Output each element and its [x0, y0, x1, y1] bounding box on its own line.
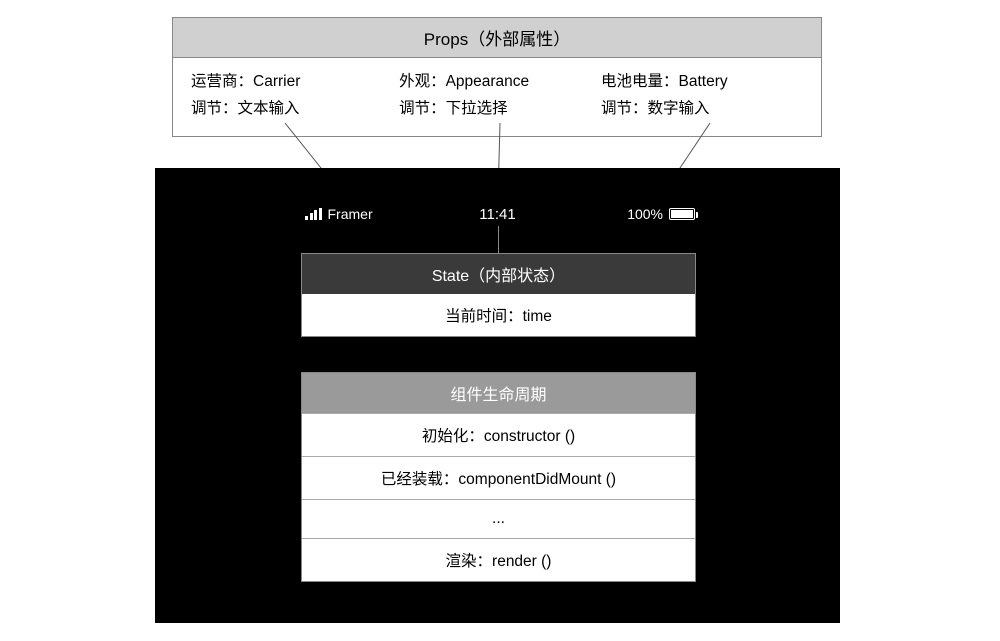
- props-appearance-label: 外观：Appearance: [399, 68, 601, 95]
- status-bar-time: 11:41: [479, 206, 515, 223]
- lifecycle-row-constructor: 初始化：constructor (): [302, 413, 695, 456]
- signal-icon: [305, 208, 322, 220]
- props-col-appearance: 外观：Appearance 调节：下拉选择: [399, 68, 601, 122]
- lifecycle-header: 组件生命周期: [302, 373, 695, 413]
- props-col-battery: 电池电量：Battery 调节：数字输入: [601, 68, 803, 122]
- battery-icon: [669, 208, 695, 220]
- props-battery-label: 电池电量：Battery: [601, 68, 803, 95]
- props-panel: Props（外部属性） 运营商：Carrier 调节：文本输入 外观：Appea…: [172, 17, 822, 137]
- props-body: 运营商：Carrier 调节：文本输入 外观：Appearance 调节：下拉选…: [173, 58, 821, 136]
- state-header: State（内部状态）: [302, 254, 695, 294]
- lifecycle-row-mount: 已经装载：componentDidMount (): [302, 456, 695, 499]
- props-header: Props（外部属性）: [173, 18, 821, 58]
- time-to-state-line: [498, 226, 499, 253]
- status-bar-left: Framer: [305, 206, 373, 222]
- state-body: 当前时间：time: [302, 294, 695, 336]
- props-col-carrier: 运营商：Carrier 调节：文本输入: [191, 68, 399, 122]
- status-bar-right: 100%: [627, 206, 695, 222]
- props-carrier-label: 运营商：Carrier: [191, 68, 399, 95]
- state-panel: State（内部状态） 当前时间：time: [301, 253, 696, 337]
- lifecycle-row-render: 渲染：render (): [302, 538, 695, 581]
- carrier-label: Framer: [328, 206, 373, 222]
- status-bar: Framer 11:41 100%: [155, 200, 840, 228]
- props-appearance-control: 调节：下拉选择: [399, 95, 601, 122]
- battery-percent: 100%: [627, 206, 663, 222]
- props-carrier-control: 调节：文本输入: [191, 95, 399, 122]
- lifecycle-panel: 组件生命周期 初始化：constructor () 已经装载：component…: [301, 372, 696, 582]
- props-battery-control: 调节：数字输入: [601, 95, 803, 122]
- lifecycle-row-ellipsis: ...: [302, 499, 695, 538]
- phone-panel: Framer 11:41 100% State（内部状态） 当前时间：time …: [155, 168, 840, 623]
